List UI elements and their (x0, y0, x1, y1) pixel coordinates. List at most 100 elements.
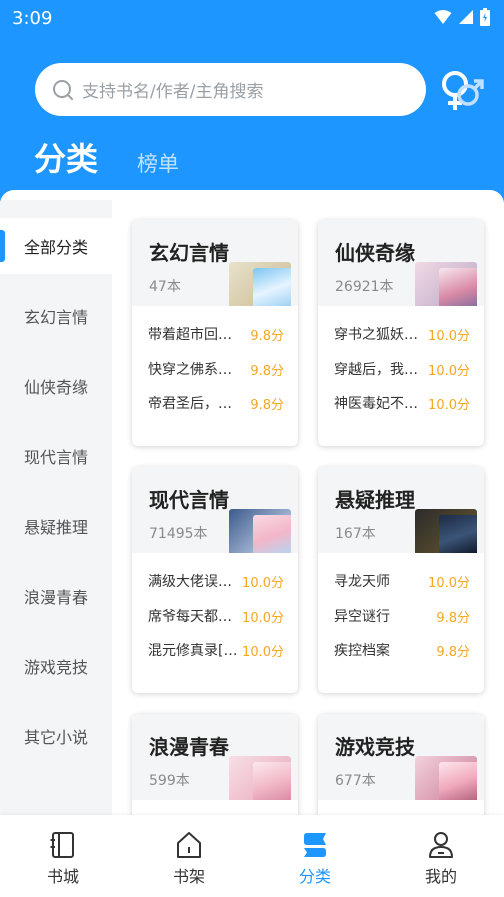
book-name: 异空谜行 (334, 609, 390, 625)
category-card-gaming[interactable]: 游戏竞技 677本 (318, 714, 484, 815)
card-count: 71495本 (149, 526, 208, 542)
card-header: 仙侠奇缘 26921本 (318, 220, 484, 306)
category-card-modern-romance[interactable]: 现代言情 71495本 满级大佬误… 10.0分 席爷每天都… 10.0分 混元… (132, 467, 298, 693)
card-count: 677本 (335, 773, 376, 789)
bottom-tab-category[interactable]: 分类 (252, 815, 378, 897)
card-header: 玄幻言情 47本 (132, 220, 298, 306)
card-title: 游戏竞技 (335, 735, 415, 759)
book-row[interactable]: 异空谜行 9.8分 (318, 606, 484, 626)
book-name: 穿越后，我… (334, 362, 418, 378)
book-name: 满级大佬误… (148, 574, 232, 590)
card-header: 浪漫青春 599本 (132, 714, 298, 800)
status-icons (434, 7, 490, 27)
book-score: 10.0分 (242, 576, 284, 591)
book-score: 10.0分 (242, 645, 284, 660)
book-row[interactable]: 带着超市回… 9.8分 (132, 324, 298, 344)
category-icon (304, 833, 326, 857)
card-title: 仙侠奇缘 (335, 241, 415, 265)
book-score: 10.0分 (428, 329, 470, 344)
book-row[interactable]: 混元修真录[… 10.0分 (132, 640, 298, 660)
card-count: 26921本 (335, 279, 394, 295)
book-name: 快穿之佛系… (148, 362, 232, 378)
card-title: 悬疑推理 (335, 488, 415, 512)
header: 3:09 支持书名/作者/主角搜索 分类 榜单 (0, 0, 504, 205)
tab-category[interactable]: 分类 (34, 134, 98, 180)
book-row[interactable]: 穿书之狐妖… 10.0分 (318, 324, 484, 344)
profile-icon (429, 832, 453, 858)
side-item-all[interactable]: 全部分类 (0, 218, 112, 274)
content-panel: 全部分类 玄幻言情 仙侠奇缘 现代言情 悬疑推理 浪漫青春 游戏竞技 其它小说 … (0, 190, 504, 815)
search-icon (53, 79, 73, 100)
book-score: 9.8分 (436, 611, 470, 626)
bookshelf-icon (177, 832, 201, 858)
book-name: 帝君圣后，… (148, 396, 232, 412)
bottom-tab-label: 书城 (46, 867, 79, 886)
book-row[interactable]: 神医毒妃不… 10.0分 (318, 393, 484, 413)
book-row[interactable]: 快穿之佛系… 9.8分 (132, 359, 298, 379)
bottom-tab-bookstore[interactable]: 书城 (0, 815, 126, 897)
bottom-tab-profile[interactable]: 我的 (378, 815, 504, 897)
card-count: 599本 (149, 773, 190, 789)
book-row[interactable]: 寻龙天师 10.0分 (318, 571, 484, 591)
category-card-xianxia[interactable]: 仙侠奇缘 26921本 穿书之狐妖… 10.0分 穿越后，我… 10.0分 神医… (318, 220, 484, 446)
card-count: 47本 (149, 279, 181, 295)
card-title: 浪漫青春 (149, 735, 229, 759)
book-row[interactable]: 席爷每天都… 10.0分 (132, 606, 298, 626)
book-score: 10.0分 (242, 611, 284, 626)
book-score: 9.8分 (250, 398, 284, 413)
side-nav: 全部分类 玄幻言情 仙侠奇缘 现代言情 悬疑推理 浪漫青春 游戏竞技 其它小说 (0, 200, 112, 815)
book-score: 9.8分 (250, 329, 284, 344)
book-cover-image (229, 262, 291, 306)
side-item-other[interactable]: 其它小说 (0, 708, 112, 764)
bottom-tab-label: 分类 (298, 867, 331, 886)
book-cover-image (229, 756, 291, 800)
book-name: 带着超市回… (148, 327, 232, 343)
gender-switch-icon[interactable] (438, 68, 484, 114)
bottom-tab-label: 书架 (172, 867, 205, 886)
book-row[interactable]: 穿越后，我… 10.0分 (318, 359, 484, 379)
book-score: 10.0分 (428, 364, 470, 379)
category-card-mystery[interactable]: 悬疑推理 167本 寻龙天师 10.0分 异空谜行 9.8分 疾控档案 9.8分 (318, 467, 484, 693)
book-name: 神医毒妃不… (334, 396, 418, 412)
bookstore-icon (50, 832, 74, 858)
search-input[interactable]: 支持书名/作者/主角搜索 (35, 63, 426, 116)
category-card-fantasy-romance[interactable]: 玄幻言情 47本 带着超市回… 9.8分 快穿之佛系… 9.8分 帝君圣后，… … (132, 220, 298, 446)
book-name: 寻龙天师 (334, 574, 390, 590)
side-item-gaming[interactable]: 游戏竞技 (0, 638, 112, 694)
book-cover-image (415, 262, 477, 306)
battery-icon (480, 8, 490, 26)
book-name: 席爷每天都… (148, 609, 232, 625)
card-count: 167本 (335, 526, 376, 542)
book-name: 疾控档案 (334, 643, 390, 659)
tab-ranking[interactable]: 榜单 (137, 148, 179, 178)
search-placeholder: 支持书名/作者/主角搜索 (82, 82, 264, 102)
wifi-icon (434, 10, 452, 24)
book-cover-image (415, 509, 477, 553)
book-score: 9.8分 (250, 364, 284, 379)
card-header: 游戏竞技 677本 (318, 714, 484, 800)
book-score: 9.8分 (436, 645, 470, 660)
bottom-nav: 书城 书架 分类 我的 (0, 815, 504, 897)
cellular-signal-icon (459, 10, 473, 24)
book-score: 10.0分 (428, 398, 470, 413)
book-row[interactable]: 帝君圣后，… 9.8分 (132, 393, 298, 413)
book-name: 混元修真录[… (148, 643, 238, 659)
card-header: 现代言情 71495本 (132, 467, 298, 553)
side-item-youth[interactable]: 浪漫青春 (0, 568, 112, 624)
status-time: 3:09 (12, 8, 53, 29)
book-row[interactable]: 疾控档案 9.8分 (318, 640, 484, 660)
category-card-youth[interactable]: 浪漫青春 599本 (132, 714, 298, 815)
card-title: 玄幻言情 (149, 241, 229, 265)
side-item-mystery[interactable]: 悬疑推理 (0, 498, 112, 554)
book-cover-image (415, 756, 477, 800)
card-header: 悬疑推理 167本 (318, 467, 484, 553)
book-row[interactable]: 满级大佬误… 10.0分 (132, 571, 298, 591)
book-name: 穿书之狐妖… (334, 327, 418, 343)
side-item-fantasy-romance[interactable]: 玄幻言情 (0, 288, 112, 344)
bottom-tab-bookshelf[interactable]: 书架 (126, 815, 252, 897)
side-item-xianxia[interactable]: 仙侠奇缘 (0, 358, 112, 414)
side-item-modern-romance[interactable]: 现代言情 (0, 428, 112, 484)
card-title: 现代言情 (149, 488, 229, 512)
book-score: 10.0分 (428, 576, 470, 591)
bottom-tab-label: 我的 (424, 867, 457, 886)
